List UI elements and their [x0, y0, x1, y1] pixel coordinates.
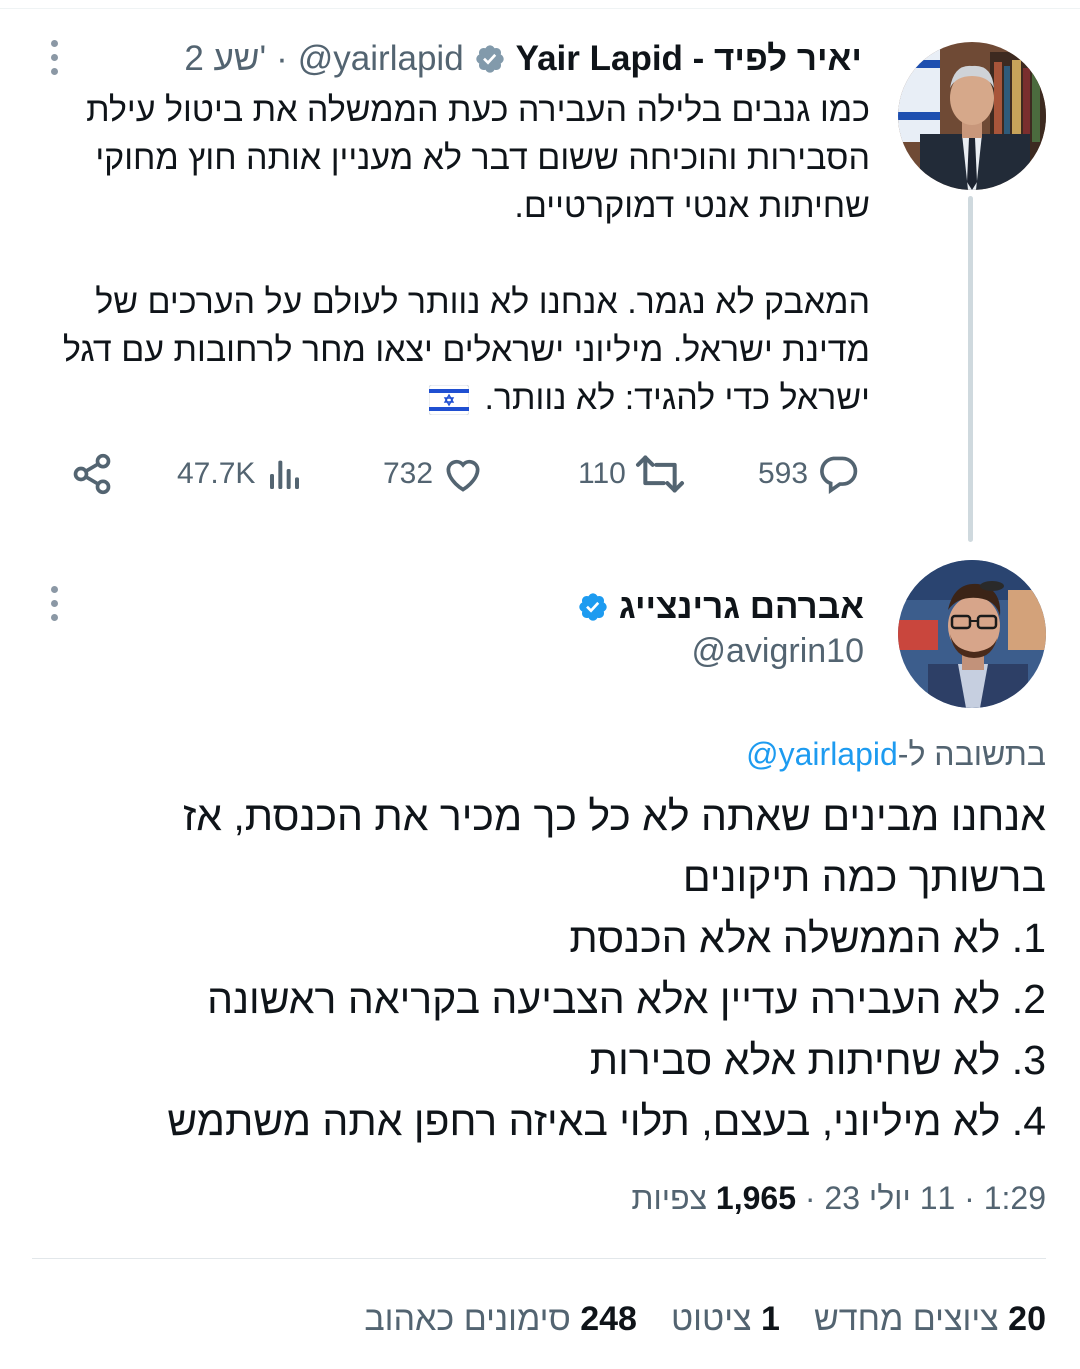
tweet-time-ago[interactable]: 2 שע': [184, 39, 266, 79]
avatar-avigrin[interactable]: [898, 560, 1046, 708]
reply-bubble-icon: [820, 456, 858, 495]
thread-connector-line: [968, 196, 973, 542]
like-count: 732: [383, 457, 434, 490]
tweet-time[interactable]: 1:29: [984, 1180, 1046, 1216]
tweet-meta: 1:29 · 11 יולי 23 · 1,965 צפיות: [631, 1180, 1046, 1216]
replying-to: בתשובה ל-@yairlapid: [746, 736, 1046, 773]
reply-count: 593: [758, 457, 809, 490]
retweets-count: 20: [1008, 1300, 1046, 1338]
likes-count: 248: [580, 1300, 637, 1338]
reply-list-item: 4. לא מיליוני, בעצם, תלוי באיזה רחפן אתה…: [167, 1098, 1046, 1144]
retweet-button[interactable]: 110: [578, 446, 686, 502]
engagement-stats: 20 ציוצים מחדש 1 ציטוט 248 סימונים כאהוב: [364, 1300, 1046, 1339]
reply-list-item: 1. לא הממשלה אלא הכנסת: [569, 915, 1046, 961]
stats-divider: [32, 1258, 1046, 1259]
likes-stat[interactable]: 248 סימונים כאהוב: [364, 1300, 637, 1339]
reply-button[interactable]: 593: [758, 446, 860, 502]
reply-text: אנחנו מבינים שאתה לא כל כך מכיר את הכנסת…: [36, 786, 1046, 1152]
retweets-stat[interactable]: 20 ציוצים מחדש: [814, 1300, 1046, 1339]
separator-dot: ·: [276, 39, 288, 78]
likes-label: סימונים כאהוב: [364, 1300, 571, 1338]
replying-prefix: בתשובה ל-: [897, 736, 1046, 772]
reply-list-item: 3. לא שחיתות אלא סבירות: [589, 1037, 1046, 1083]
quotes-label: ציטוט: [670, 1300, 752, 1338]
avatar-yair-lapid[interactable]: [898, 42, 1046, 190]
reply-header: אברהם גרינצייג: [577, 584, 864, 630]
tweet-text: כמו גנבים בלילה העבירה כעת הממשלה את ביט…: [40, 86, 870, 422]
reply-line: אנחנו מבינים שאתה לא כל כך מכיר את הכנסת…: [182, 793, 1046, 900]
retweet-count: 110: [578, 457, 626, 490]
analytics-icon: [270, 460, 300, 489]
more-options-icon[interactable]: [44, 40, 66, 80]
quotes-count: 1: [761, 1300, 780, 1338]
tweet-header: Yair Lapid - יאיר לפיד @yairlapid · 2 שע…: [184, 36, 862, 82]
tweet-date[interactable]: 11 יולי 23: [824, 1180, 955, 1216]
tweet-views-count: 1,965: [715, 1180, 796, 1216]
reply-list-item: 2. לא העבירה עדיין אלא הצביעה בקריאה ראש…: [207, 976, 1046, 1022]
retweet-icon: [635, 455, 684, 493]
tweet-actions: 47.7K 732 110 593: [60, 446, 890, 502]
author-display-name[interactable]: Yair Lapid - יאיר לפיד: [516, 39, 862, 79]
tweet-views-label: צפיות: [631, 1180, 708, 1216]
tweet-paragraph: המאבק לא נגמר. אנחנו לא נוותר לעולם על ה…: [40, 278, 870, 422]
views-count: 47.7K: [177, 457, 256, 490]
like-button[interactable]: 732: [383, 446, 485, 502]
verified-badge-icon: [579, 593, 607, 621]
tweet-paragraph: כמו גנבים בלילה העבירה כעת הממשלה את ביט…: [86, 91, 870, 225]
reply-author-display-name[interactable]: אברהם גרינצייג: [619, 587, 864, 627]
quotes-stat[interactable]: 1 ציטוט: [671, 1300, 780, 1339]
more-options-icon[interactable]: [44, 586, 66, 626]
views-button[interactable]: 47.7K: [177, 446, 305, 502]
replying-to-mention[interactable]: @yairlapid: [746, 736, 898, 772]
share-button[interactable]: [70, 446, 114, 502]
author-handle[interactable]: @yairlapid: [298, 39, 464, 79]
share-icon: [73, 453, 111, 495]
verified-badge-icon: [475, 45, 504, 73]
reply-author-handle[interactable]: @avigrin10: [692, 632, 865, 671]
retweets-label: ציוצים מחדש: [813, 1300, 999, 1338]
top-divider: [0, 8, 1080, 9]
israel-flag-icon: [429, 385, 469, 416]
heart-icon: [446, 459, 480, 492]
